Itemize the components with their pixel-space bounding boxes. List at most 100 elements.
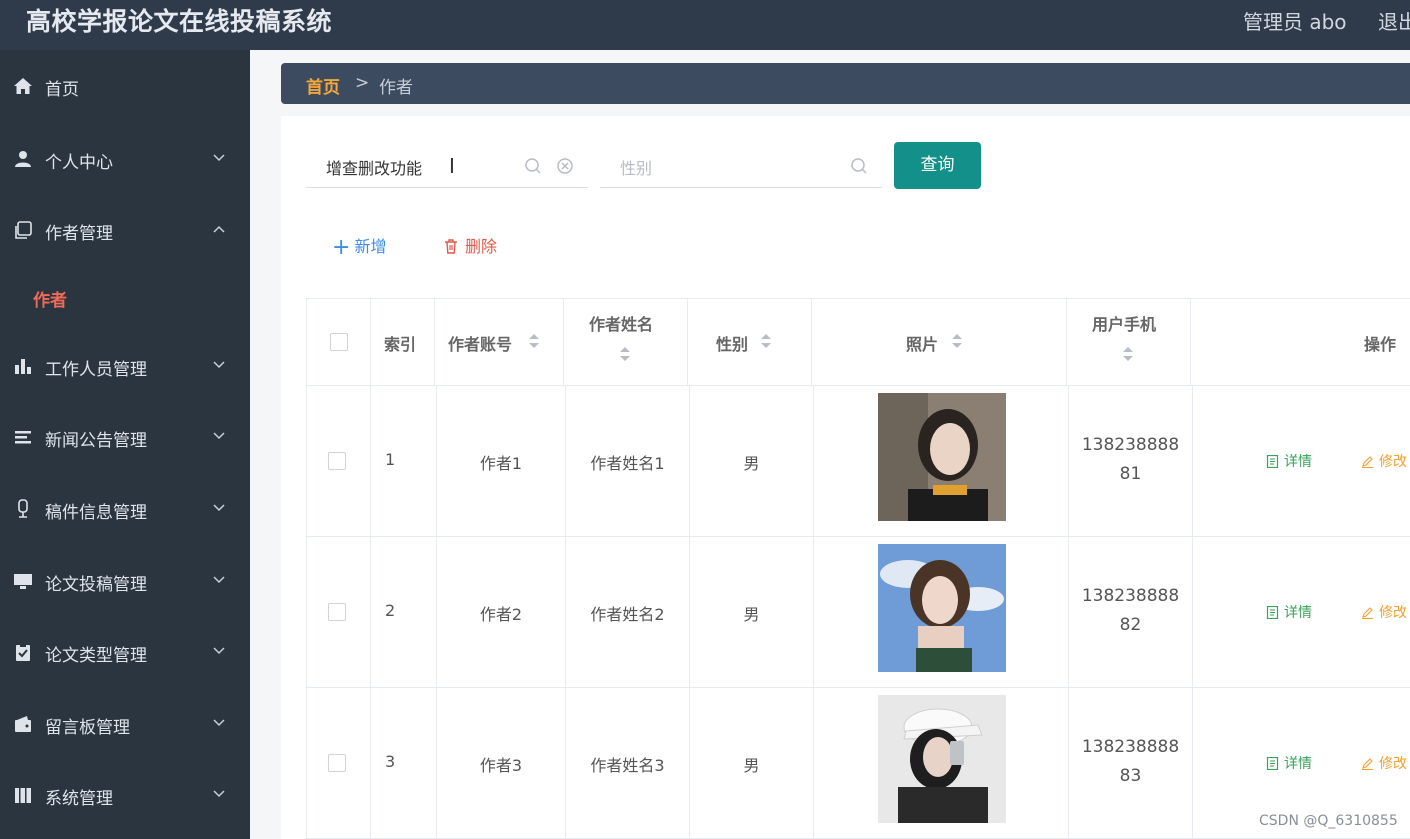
photo-cell bbox=[814, 688, 1069, 839]
delete-button-label: 删除 bbox=[465, 237, 498, 256]
clear-icon[interactable] bbox=[556, 157, 574, 175]
trash-icon bbox=[445, 239, 457, 254]
sidebar-item-staff-mgmt[interactable]: 工作人员管理 bbox=[0, 346, 250, 386]
table-row: 2 作者2 作者姓名2 男 138238888 82 详情 修改 bbox=[307, 537, 1410, 688]
chevron-down-icon bbox=[212, 358, 226, 372]
chevron-down-icon bbox=[212, 787, 226, 801]
search-icon[interactable] bbox=[850, 157, 868, 175]
sidebar-item-label: 论文类型管理 bbox=[45, 646, 147, 666]
sidebar-item-home[interactable]: 首页 bbox=[0, 66, 250, 106]
sort-icon[interactable] bbox=[528, 332, 540, 350]
phone-cell: 138238888 82 bbox=[1069, 537, 1193, 688]
add-button-label: 新增 bbox=[354, 237, 387, 256]
breadcrumb: 首页 > 作者 bbox=[281, 63, 1410, 104]
breadcrumb-home-link[interactable]: 首页 bbox=[306, 73, 340, 98]
search-icon[interactable] bbox=[524, 157, 542, 175]
row-checkbox[interactable] bbox=[328, 603, 346, 621]
name-value: 作者姓名3 bbox=[590, 756, 665, 775]
index-value: 3 bbox=[385, 752, 396, 771]
chevron-down-icon bbox=[212, 501, 226, 515]
author-table: 索引 作者账号 作者姓名 性别 照片 用户手机 操作 1 作者1 作者姓名1 男… bbox=[306, 298, 1410, 839]
row-select-cell bbox=[307, 688, 371, 839]
admin-user-label: 管理员 abo bbox=[1243, 10, 1347, 34]
index-cell: 2 bbox=[371, 537, 437, 688]
name-value: 作者姓名2 bbox=[590, 605, 665, 624]
document-icon bbox=[1266, 605, 1279, 620]
pencil-icon bbox=[1362, 456, 1373, 469]
sidebar-item-message-mgmt[interactable]: 留言板管理 bbox=[0, 704, 250, 744]
row-checkbox[interactable] bbox=[328, 452, 346, 470]
index-value: 2 bbox=[385, 601, 396, 620]
header-name[interactable]: 作者姓名 bbox=[564, 299, 688, 386]
edit-label: 修改 bbox=[1379, 454, 1407, 470]
chevron-down-icon bbox=[212, 573, 226, 587]
edit-link[interactable]: 修改 bbox=[1361, 753, 1407, 773]
header-phone-label: 用户手机 bbox=[1092, 315, 1157, 334]
phone-value: 138238888 bbox=[1081, 435, 1180, 455]
clipboard-check-icon bbox=[13, 642, 33, 662]
sidebar-item-paper-type-mgmt[interactable]: 论文类型管理 bbox=[0, 632, 250, 672]
name-value: 作者姓名1 bbox=[590, 454, 665, 473]
phone-value-wrap: 83 bbox=[1119, 766, 1142, 786]
detail-label: 详情 bbox=[1284, 605, 1312, 621]
sidebar-item-submission-mgmt[interactable]: 论文投稿管理 bbox=[0, 561, 250, 601]
plus-icon: + bbox=[332, 235, 351, 260]
index-cell: 3 bbox=[371, 688, 437, 839]
keyword-search-input[interactable]: 增查删改功能 I bbox=[306, 142, 588, 188]
gender-value: 男 bbox=[743, 756, 760, 775]
sort-icon[interactable] bbox=[1122, 345, 1134, 363]
sidebar-item-news-mgmt[interactable]: 新闻公告管理 bbox=[0, 417, 250, 457]
gender-search-input[interactable]: 性别 bbox=[600, 142, 882, 188]
author-photo[interactable] bbox=[878, 393, 1006, 521]
photo-cell bbox=[814, 537, 1069, 688]
edit-label: 修改 bbox=[1379, 605, 1407, 621]
phone-value: 138238888 bbox=[1081, 737, 1180, 757]
pencil-icon bbox=[1362, 758, 1373, 771]
delete-button[interactable]: 删除 bbox=[443, 233, 497, 257]
name-cell: 作者姓名1 bbox=[566, 386, 690, 537]
sidebar-item-manuscript-mgmt[interactable]: 稿件信息管理 bbox=[0, 489, 250, 529]
wallet-icon bbox=[13, 714, 33, 734]
header-account[interactable]: 作者账号 bbox=[435, 299, 564, 386]
sidebar-item-system-mgmt[interactable]: 系统管理 bbox=[0, 775, 250, 815]
document-icon bbox=[1266, 454, 1279, 469]
detail-label: 详情 bbox=[1284, 756, 1312, 772]
author-photo[interactable] bbox=[878, 695, 1006, 823]
detail-link[interactable]: 详情 bbox=[1266, 451, 1312, 471]
chevron-down-icon bbox=[212, 716, 226, 730]
header-gender[interactable]: 性别 bbox=[688, 299, 812, 386]
sort-icon[interactable] bbox=[619, 345, 631, 363]
sort-icon[interactable] bbox=[760, 332, 772, 350]
user-icon bbox=[13, 149, 33, 169]
header-photo[interactable]: 照片 bbox=[812, 299, 1067, 386]
book-icon bbox=[13, 785, 33, 805]
author-photo[interactable] bbox=[878, 544, 1006, 672]
sidebar-item-label: 工作人员管理 bbox=[45, 360, 147, 380]
select-all-checkbox[interactable] bbox=[330, 333, 348, 351]
phone-value-wrap: 81 bbox=[1119, 464, 1142, 484]
add-button[interactable]: + 新增 bbox=[332, 233, 387, 260]
copy-icon bbox=[13, 220, 33, 240]
phone-cell: 138238888 81 bbox=[1069, 386, 1193, 537]
sidebar-item-author-mgmt[interactable]: 作者管理 bbox=[0, 210, 250, 250]
header-phone[interactable]: 用户手机 bbox=[1067, 299, 1191, 386]
sidebar-item-label: 稿件信息管理 bbox=[45, 503, 147, 523]
query-button[interactable]: 查询 bbox=[894, 142, 981, 189]
sidebar-item-profile[interactable]: 个人中心 bbox=[0, 139, 250, 179]
header-select-all-cell bbox=[307, 299, 371, 386]
detail-label: 详情 bbox=[1284, 454, 1312, 470]
edit-link[interactable]: 修改 bbox=[1361, 602, 1407, 622]
edit-link[interactable]: 修改 bbox=[1361, 451, 1407, 471]
sidebar-item-label: 留言板管理 bbox=[45, 718, 130, 738]
sidebar-subitem-author[interactable]: 作者 bbox=[33, 286, 67, 311]
chevron-down-icon bbox=[212, 151, 226, 165]
watermark-text: CSDN @Q_6310855 bbox=[1259, 813, 1398, 829]
phone-cell: 138238888 83 bbox=[1069, 688, 1193, 839]
detail-link[interactable]: 详情 bbox=[1266, 602, 1312, 622]
row-checkbox[interactable] bbox=[328, 754, 346, 772]
header-index: 索引 bbox=[371, 299, 435, 386]
detail-link[interactable]: 详情 bbox=[1266, 753, 1312, 773]
sort-icon[interactable] bbox=[951, 332, 963, 350]
logout-link[interactable]: 退出 bbox=[1378, 6, 1410, 35]
account-value: 作者3 bbox=[479, 756, 523, 775]
